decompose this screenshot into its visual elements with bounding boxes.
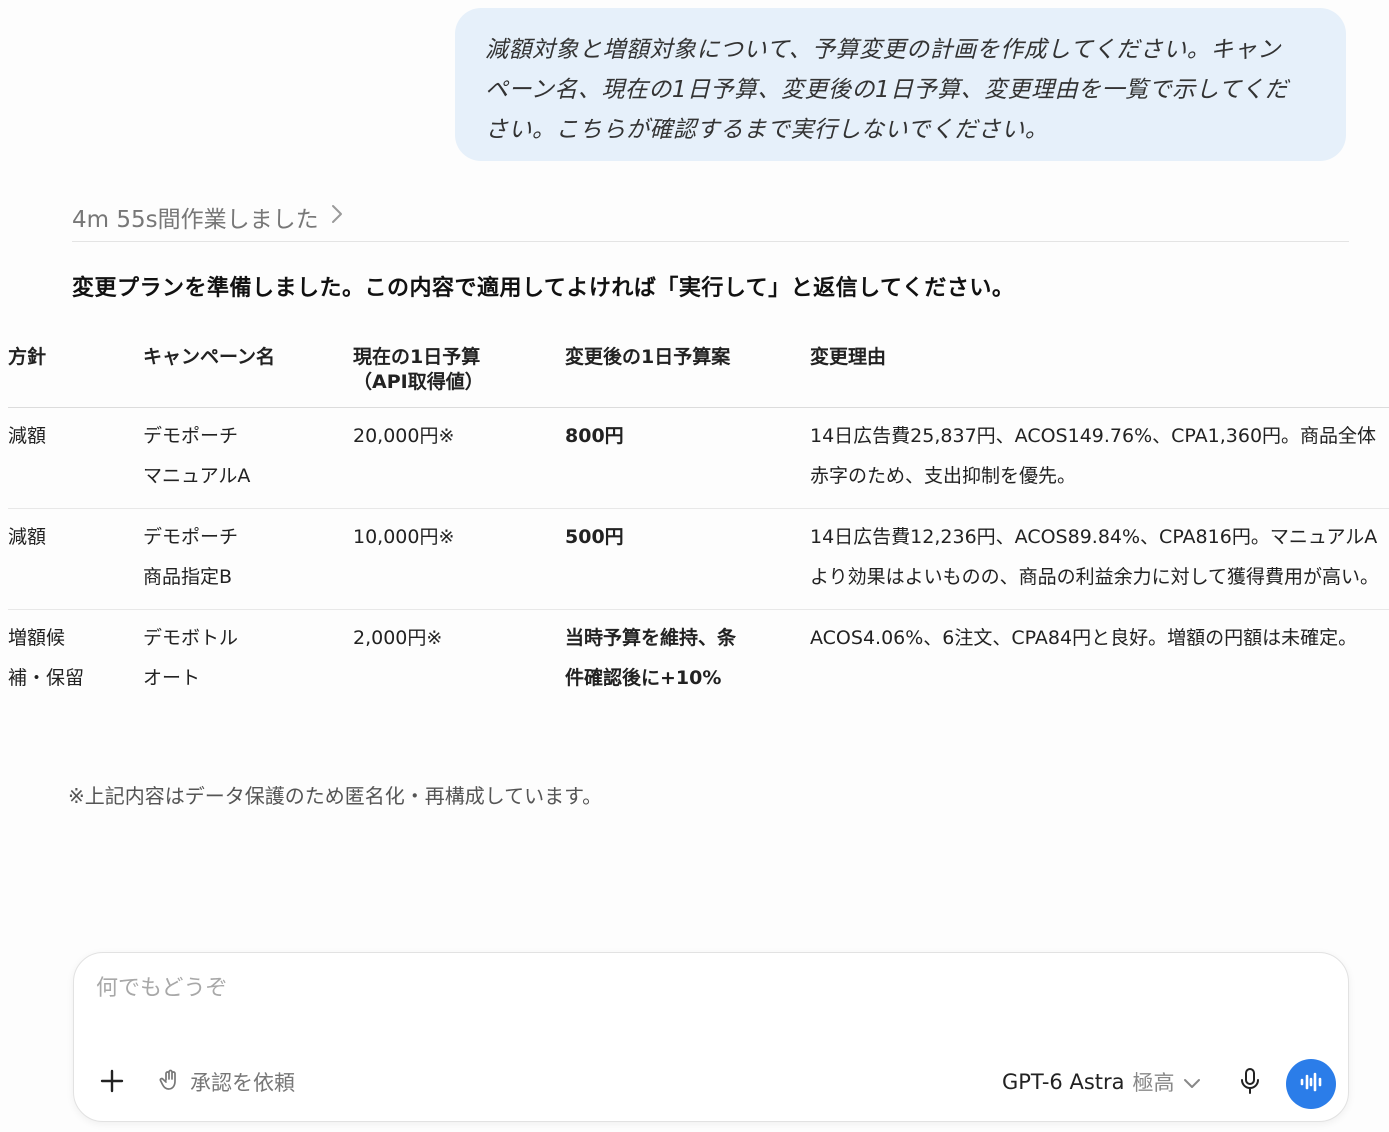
- cell-current-budget: 2,000円※: [353, 627, 443, 649]
- cell-new-budget: 500円: [565, 508, 810, 610]
- table-header-row: 方針 キャンペーン名 現在の1日予算 （API取得値） 変更後の1日予算案 変更…: [8, 335, 1389, 408]
- dictation-button[interactable]: [1232, 1065, 1268, 1101]
- header-new-budget: 変更後の1日予算案: [565, 335, 810, 408]
- model-name: GPT-6 Astra: [1002, 1070, 1125, 1094]
- cell-policy: 減額: [8, 508, 143, 610]
- message-input[interactable]: [94, 975, 1198, 1002]
- cell-reason: 14日広告費25,837円、ACOS149.76%、CPA1,360円。商品全体…: [810, 407, 1389, 509]
- cell-reason: 14日広告費12,236円、ACOS89.84%、CPA816円。マニュアルA …: [810, 508, 1389, 610]
- user-message-line: さい。こちらが確認するまで実行しないでください。: [485, 117, 1049, 143]
- header-reason: 変更理由: [810, 335, 1389, 408]
- cell-current-budget: 20,000円※: [353, 407, 565, 509]
- chevron-right-icon: [331, 204, 343, 230]
- worked-duration-label: 4m 55s間作業しました: [72, 207, 319, 233]
- hand-icon: [158, 1068, 182, 1097]
- microphone-icon: [1238, 1067, 1262, 1099]
- cell-current-budget: 10,000円※: [353, 508, 565, 610]
- table-row: 増額候 補・保留 デモボトル オート 2,000円※ 当時予算を維持、条 件確認…: [8, 610, 1389, 711]
- plus-icon: [99, 1068, 125, 1098]
- budget-plan-table: 方針 キャンペーン名 現在の1日予算 （API取得値） 変更後の1日予算案 変更…: [8, 335, 1389, 710]
- chevron-down-icon: [1183, 1070, 1201, 1094]
- worked-duration-toggle[interactable]: 4m 55s間作業しました: [72, 200, 343, 234]
- cell-new-budget: 当時予算を維持、条 件確認後に+10%: [565, 627, 737, 689]
- user-message-line: 減額対象と増額対象について、予算変更の計画を作成してください。キャン: [485, 37, 1281, 63]
- cell-campaign: デモポーチ 商品指定B: [143, 508, 353, 610]
- chat-page: 減額対象と増額対象について、予算変更の計画を作成してください。キャン ペーン名、…: [0, 0, 1389, 1132]
- divider: [72, 241, 1349, 242]
- request-approval-button[interactable]: 承認を依頼: [158, 1067, 295, 1097]
- assistant-lead-text: 変更プランを準備しました。この内容で適用してよければ「実行して」と返信してくださ…: [72, 276, 1015, 301]
- model-tier: 極高: [1132, 1071, 1175, 1095]
- message-composer: 承認を依頼 GPT-6 Astra 極高: [73, 952, 1349, 1122]
- table-row: 減額 デモポーチ 商品指定B 10,000円※ 500円 14日広告費12,23…: [8, 508, 1389, 610]
- request-approval-label: 承認を依頼: [190, 1071, 295, 1095]
- user-message-line: ペーン名、現在の1日予算、変更後の1日予算、変更理由を一覧で示してくだ: [485, 77, 1289, 103]
- model-selector[interactable]: GPT-6 Astra 極高: [1002, 1067, 1201, 1097]
- header-policy: 方針: [8, 335, 143, 408]
- voice-mode-button[interactable]: [1286, 1059, 1336, 1109]
- anonymization-note: ※上記内容はデータ保護のため匿名化・再構成しています。: [68, 784, 603, 808]
- cell-campaign: デモボトル オート: [143, 627, 239, 689]
- user-message-bubble: 減額対象と増額対象について、予算変更の計画を作成してください。キャン ペーン名、…: [455, 8, 1346, 161]
- cell-new-budget: 800円: [565, 407, 810, 509]
- cell-campaign: デモポーチ マニュアルA: [143, 407, 353, 509]
- cell-policy: 増額候 補・保留: [8, 627, 85, 689]
- table-row: 減額 デモポーチ マニュアルA 20,000円※ 800円 14日広告費25,8…: [8, 407, 1389, 509]
- cell-reason: ACOS4.06%、6注文、CPA84円と良好。増額の円額は未確定。: [810, 627, 1358, 649]
- header-current-budget: 現在の1日予算 （API取得値）: [353, 335, 565, 408]
- voice-waveform-icon: [1298, 1071, 1324, 1097]
- add-attachment-button[interactable]: [94, 1065, 130, 1101]
- header-campaign: キャンペーン名: [143, 335, 353, 408]
- cell-policy: 減額: [8, 407, 143, 509]
